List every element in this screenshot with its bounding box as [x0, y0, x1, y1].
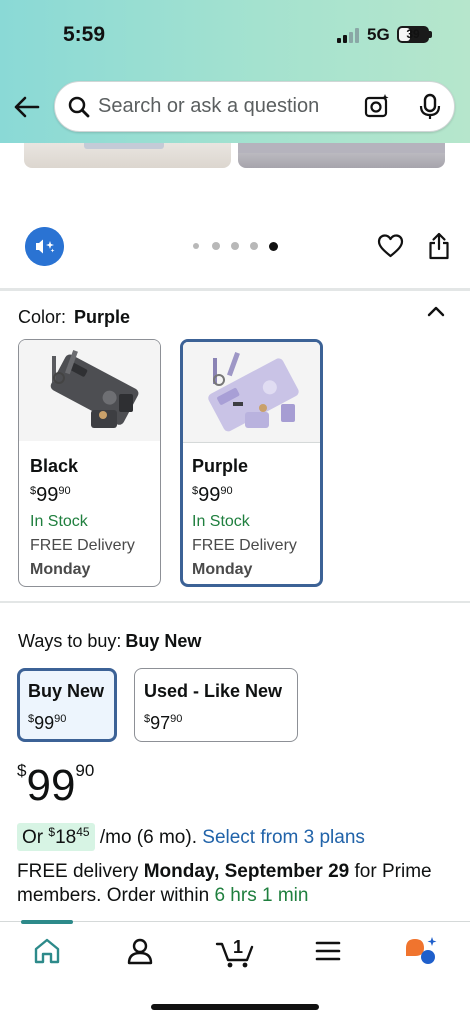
stock-status: In Stock: [30, 513, 88, 530]
pagination-dot[interactable]: [250, 242, 258, 250]
pagination-dot[interactable]: [193, 243, 199, 249]
cart-icon[interactable]: 1: [214, 934, 258, 968]
buy-option-price: $9990: [28, 706, 66, 736]
pagination-dot[interactable]: [231, 242, 239, 250]
delivery-text: FREE Delivery: [192, 537, 297, 554]
product-image-gallery[interactable]: [0, 143, 470, 173]
back-arrow-icon[interactable]: [12, 93, 40, 121]
color-label-text: Color:: [18, 307, 67, 327]
status-bar: 5:59 5G 39: [0, 0, 470, 70]
selected-color: Purple: [74, 307, 131, 327]
delivery-text: FREE delivery: [17, 861, 144, 882]
product-image[interactable]: [24, 143, 231, 168]
account-icon[interactable]: [120, 934, 160, 968]
delivery-day: Monday: [30, 561, 91, 578]
price-whole: 99: [26, 761, 76, 810]
color-option-price: $9990: [30, 478, 135, 508]
delivery-text: FREE Delivery: [30, 537, 135, 554]
section-divider: [0, 288, 470, 291]
menu-icon[interactable]: [308, 934, 348, 968]
section-divider: [0, 601, 470, 603]
monthly-payment: Or $1845 /mo (6 mo). Select from 3 plans: [17, 823, 365, 851]
price-whole: 99: [36, 484, 59, 506]
bottom-navigation: 1: [0, 920, 470, 1020]
home-icon[interactable]: [27, 934, 67, 968]
color-option-details: Black $9990 In Stock FREE Delivery Monda…: [30, 454, 135, 582]
camera-search-icon[interactable]: [363, 92, 391, 120]
order-countdown: 6 hrs 1 min: [214, 885, 309, 906]
select-plans-link[interactable]: Select from 3 plans: [202, 827, 365, 848]
search-icon: [68, 96, 90, 118]
microphone-icon[interactable]: [419, 93, 441, 121]
purple-product-thumbnail: [183, 342, 320, 443]
color-label: Color: Purple: [18, 307, 130, 328]
color-option-name: Purple: [192, 456, 249, 476]
app-header: 5:59 5G 39: [0, 0, 470, 143]
monthly-price-pill: Or $1845: [17, 823, 95, 851]
buy-option-new[interactable]: Buy New $9990: [17, 668, 117, 742]
battery-icon: 39: [397, 26, 429, 43]
status-time: 5:59: [63, 23, 106, 46]
ways-to-buy-label-text: Ways to buy:: [18, 631, 122, 651]
monthly-fraction: 45: [76, 825, 90, 839]
price-whole: 99: [34, 713, 55, 733]
cart-count: 1: [233, 937, 243, 957]
search-input[interactable]: [98, 82, 348, 131]
color-option-price: $9990: [192, 478, 297, 508]
delivery-date: Monday, September 29: [143, 861, 350, 882]
monthly-prefix: Or: [22, 827, 44, 848]
delivery-day: Monday: [192, 561, 253, 578]
color-option-black[interactable]: Black $9990 In Stock FREE Delivery Monda…: [18, 339, 161, 587]
buy-option-used-like-new[interactable]: Used - Like New $9790: [134, 668, 298, 742]
buy-option-name: Used - Like New: [144, 681, 283, 701]
monthly-suffix: /mo (6 mo).: [99, 827, 197, 848]
color-option-purple[interactable]: Purple $9990 In Stock FREE Delivery Mond…: [180, 339, 323, 587]
gallery-pagination: [193, 240, 283, 252]
chevron-up-icon[interactable]: [426, 304, 446, 318]
color-option-name: Black: [30, 456, 79, 476]
stock-status: In Stock: [192, 513, 250, 530]
price-fraction: 90: [58, 485, 71, 497]
selected-buy-option: Buy New: [125, 631, 202, 651]
heart-icon[interactable]: [377, 233, 404, 259]
active-tab-indicator: [21, 920, 73, 924]
product-image[interactable]: [238, 143, 445, 168]
network-type: 5G: [367, 25, 390, 44]
buy-option-name: Buy New: [28, 681, 105, 701]
buy-option-price: $9790: [144, 706, 182, 736]
search-bar[interactable]: [54, 81, 455, 132]
price-fraction: 90: [54, 713, 67, 725]
price-fraction: 90: [75, 761, 95, 780]
battery-tip: [429, 31, 432, 38]
ways-to-buy-label: Ways to buy: Buy New: [18, 631, 201, 652]
rufus-assistant-icon[interactable]: [402, 934, 442, 968]
product-price: $9990: [17, 760, 94, 812]
monthly-whole: 18: [55, 827, 77, 848]
pagination-dot[interactable]: [212, 242, 220, 250]
price-whole: 97: [150, 713, 171, 733]
pagination-dot-active[interactable]: [269, 241, 278, 251]
home-indicator: [151, 1004, 319, 1010]
color-option-details: Purple $9990 In Stock FREE Delivery Mond…: [192, 454, 297, 582]
price-whole: 99: [198, 484, 221, 506]
audio-summary-button[interactable]: [25, 227, 64, 266]
battery-level: 39: [406, 27, 420, 41]
black-product-thumbnail: [19, 340, 160, 441]
share-icon[interactable]: [428, 232, 450, 260]
delivery-message: FREE delivery Monday, September 29 for P…: [17, 860, 457, 908]
signal-strength-icon: [337, 28, 361, 43]
price-fraction: 90: [220, 485, 233, 497]
price-fraction: 90: [170, 713, 183, 725]
